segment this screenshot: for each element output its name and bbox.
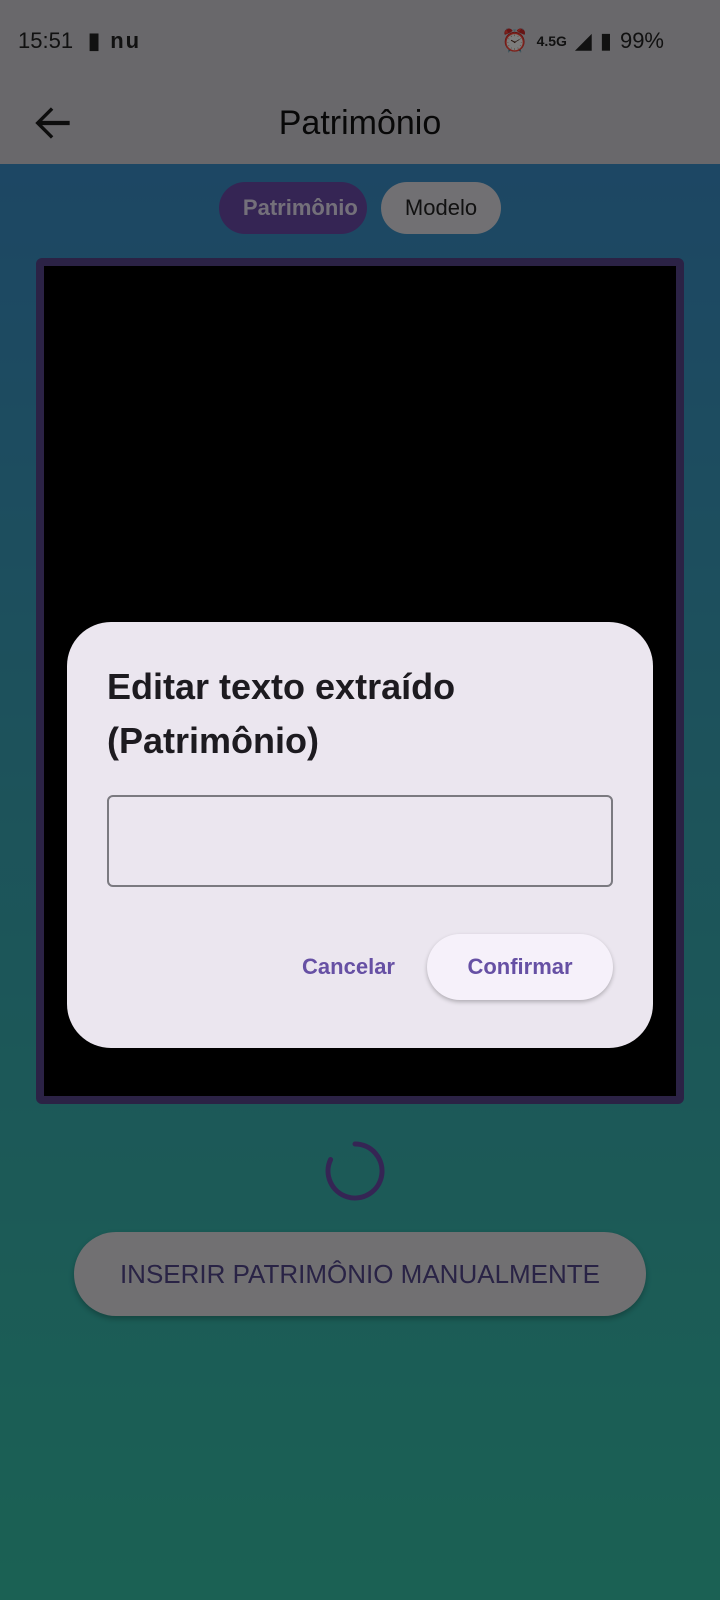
dialog-actions: Cancelar Confirmar (302, 934, 613, 1000)
extracted-text-input[interactable] (107, 795, 613, 887)
cancel-button[interactable]: Cancelar (302, 946, 395, 988)
edit-text-dialog: Editar texto extraído (Patrimônio) Cance… (67, 622, 653, 1048)
confirm-button[interactable]: Confirmar (427, 934, 613, 1000)
dialog-title: Editar texto extraído (Patrimônio) (107, 666, 456, 761)
